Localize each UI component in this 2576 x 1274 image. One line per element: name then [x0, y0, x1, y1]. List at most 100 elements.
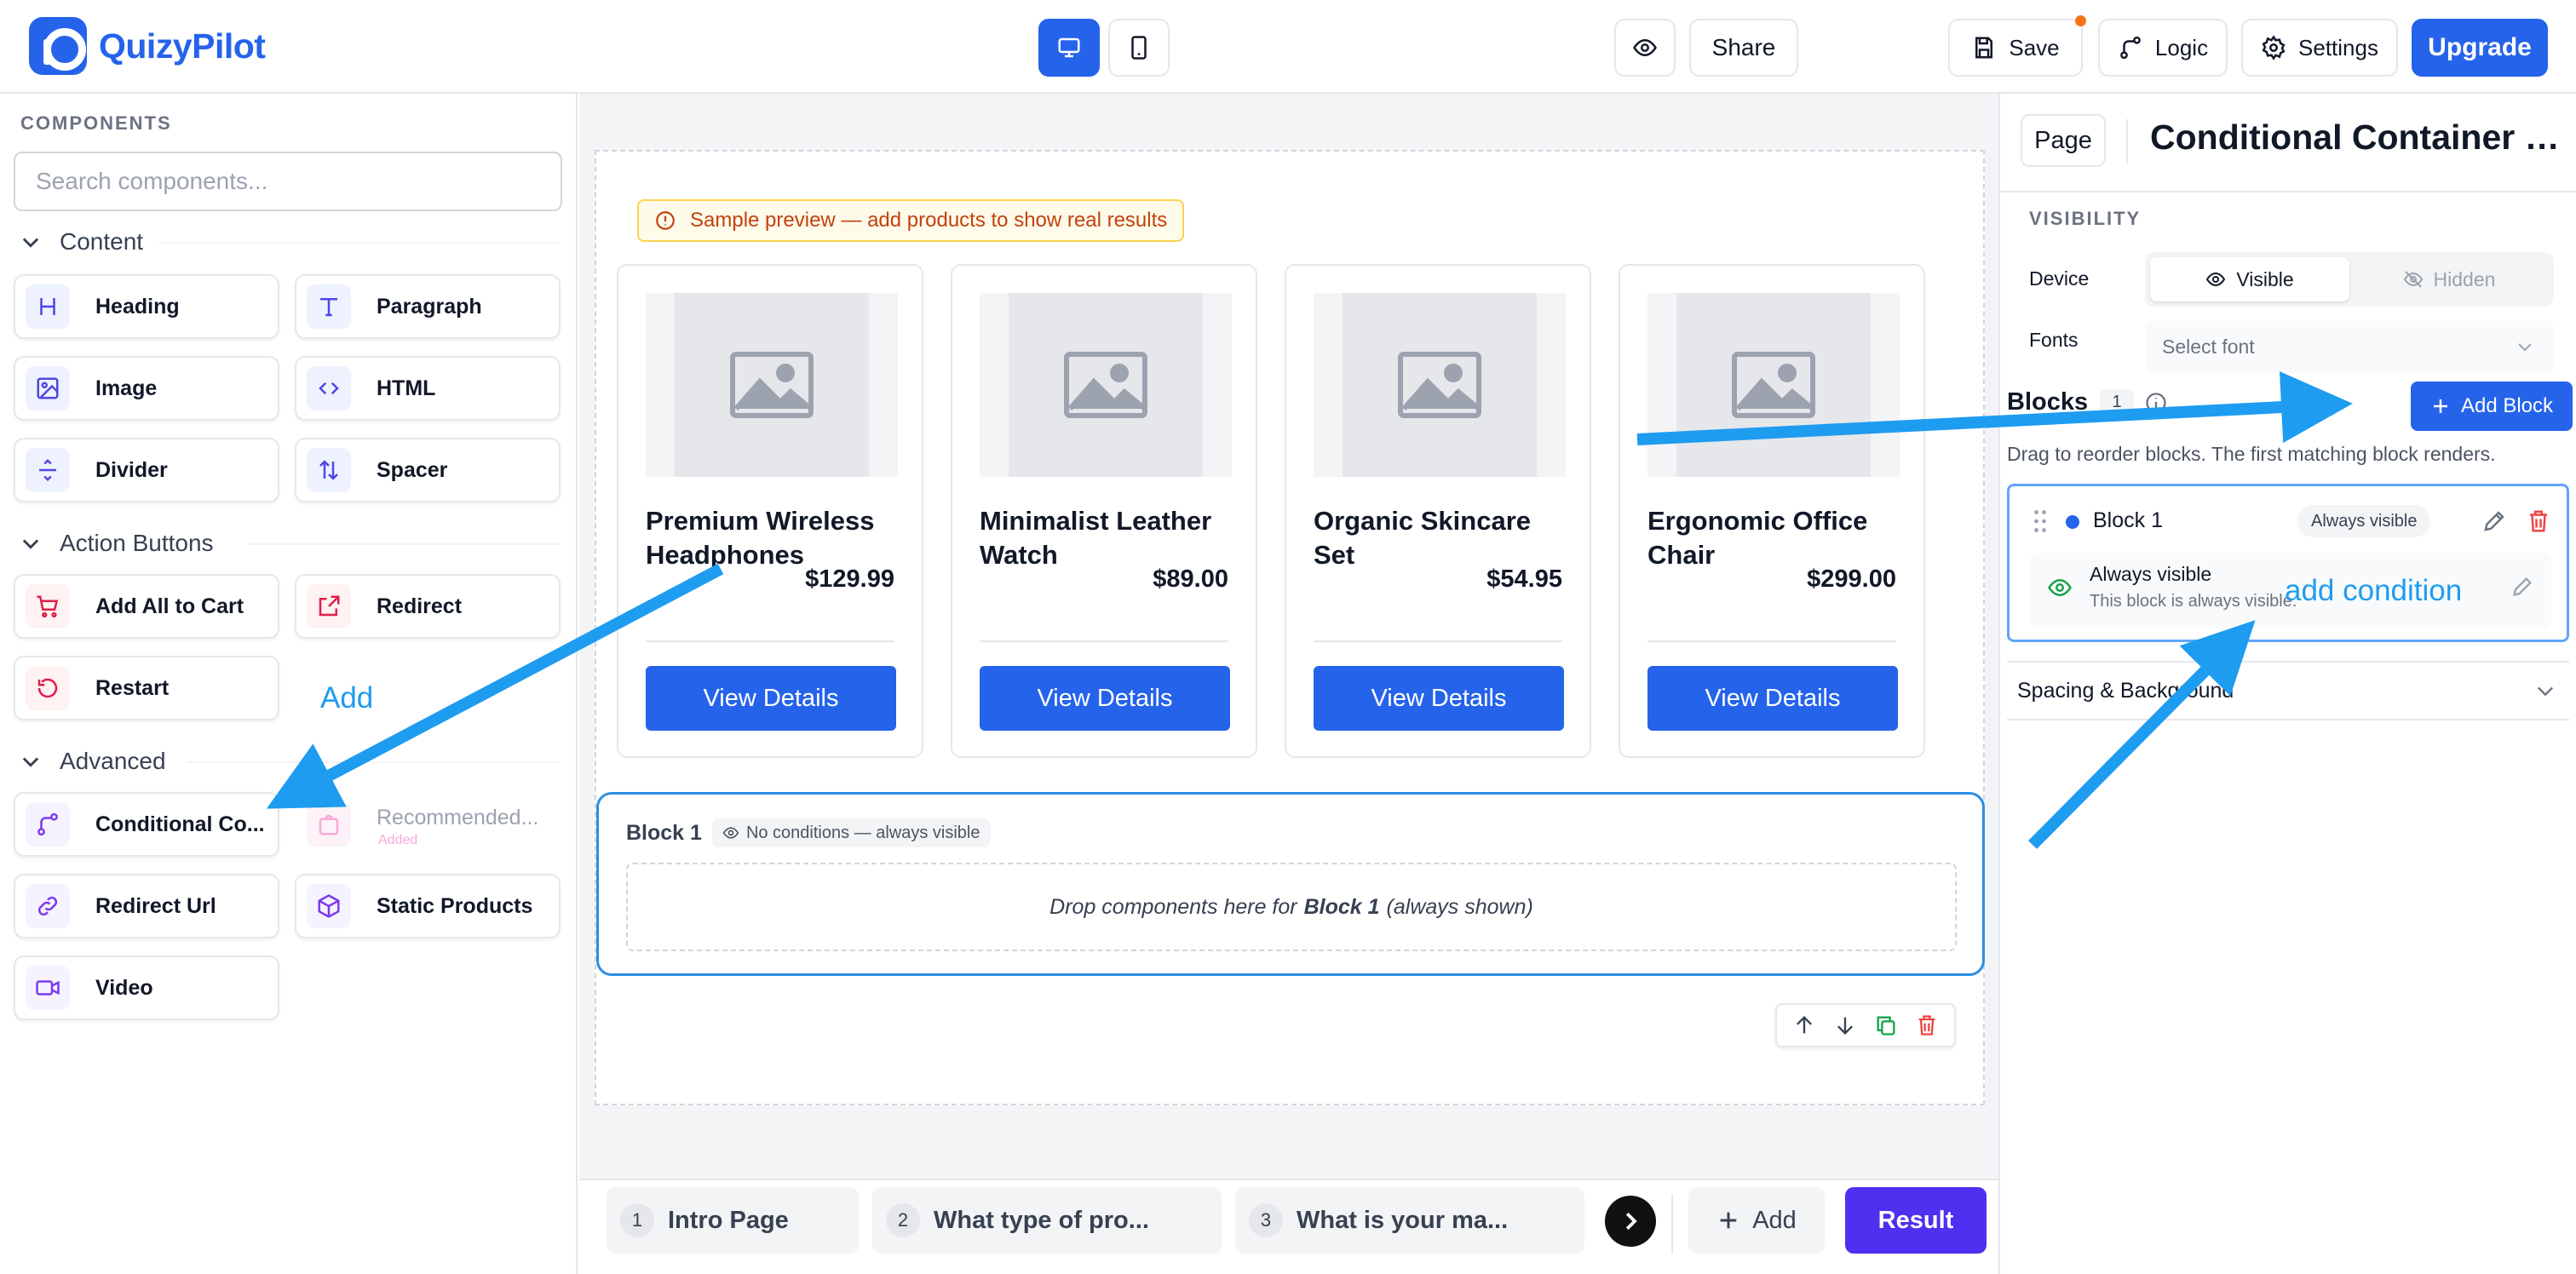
edit-block-icon[interactable] — [2481, 508, 2507, 534]
share-label: Share — [1711, 34, 1776, 60]
component-static-products[interactable]: Static Products — [295, 874, 561, 938]
code-icon — [307, 366, 351, 410]
product-price: $54.95 — [1486, 565, 1562, 593]
component-add-all-to-cart[interactable]: Add All to Cart — [14, 574, 279, 639]
font-select[interactable]: Select font — [2145, 320, 2554, 373]
chevron-down-icon — [22, 238, 39, 248]
component-label: Restart — [95, 675, 170, 700]
settings-button[interactable]: Settings — [2241, 19, 2398, 77]
component-restart[interactable]: Restart — [14, 656, 279, 720]
product-price: $89.00 — [1153, 565, 1228, 593]
view-details-button[interactable]: View Details — [980, 666, 1230, 731]
section-content-toggle[interactable]: Content — [19, 225, 143, 259]
info-icon[interactable] — [2144, 391, 2168, 415]
notice-text: Sample preview — add products to show re… — [690, 209, 1168, 232]
hidden-option[interactable]: Hidden — [2349, 257, 2549, 301]
blocks-header: Blocks 1 — [2007, 388, 2168, 416]
plus-icon — [2433, 399, 2447, 413]
image-placeholder-icon — [1732, 352, 1815, 418]
component-image[interactable]: Image — [14, 356, 279, 421]
page-tab-2[interactable]: 2 What type of pro... — [872, 1187, 1222, 1254]
conditional-block[interactable]: Block 1 No conditions — always visible D… — [596, 792, 1985, 976]
top-bar: QuizyPilot Share Save Logic Settings Upg… — [0, 0, 2576, 94]
chevron-down-icon — [2518, 343, 2532, 352]
block-status-dot — [2066, 515, 2079, 529]
arrow-down-icon — [1837, 1017, 1853, 1035]
image-placeholder-icon — [1064, 352, 1147, 418]
logic-button[interactable]: Logic — [2098, 19, 2228, 77]
component-conditional-container[interactable]: Conditional Co... — [14, 792, 279, 857]
component-recommended-products: Recommended... Added — [295, 792, 561, 857]
drop-text-post: (always shown) — [1386, 894, 1533, 919]
panel-separator — [2126, 119, 2128, 164]
section-label: Content — [60, 228, 144, 255]
section-divider — [158, 242, 561, 244]
sidebar-title: COMPONENTS — [20, 112, 172, 134]
view-details-button[interactable]: View Details — [646, 666, 896, 731]
search-components-input[interactable] — [14, 152, 562, 211]
component-label: Image — [95, 376, 158, 400]
section-action-buttons-toggle[interactable]: Action Buttons — [19, 526, 214, 560]
view-details-button[interactable]: View Details — [1647, 666, 1898, 731]
upgrade-button[interactable]: Upgrade — [2412, 19, 2548, 77]
product-card: Organic Skincare Set $54.95 View Details — [1285, 264, 1591, 758]
drag-handle-icon[interactable] — [2030, 508, 2050, 534]
section-advanced-toggle[interactable]: Advanced — [19, 744, 166, 778]
always-visible-badge: Always visible — [2297, 505, 2431, 537]
edit-condition-icon[interactable] — [2510, 575, 2534, 599]
link-icon — [26, 884, 70, 928]
component-html[interactable]: HTML — [295, 356, 561, 421]
arrow-up-icon — [1797, 1016, 1812, 1034]
share-button[interactable]: Share — [1689, 19, 1798, 77]
move-down-button[interactable] — [1831, 1011, 1860, 1040]
video-icon — [26, 966, 70, 1010]
block-drop-zone[interactable]: Drop components here for Block 1 (always… — [626, 863, 1957, 951]
page-tab-3[interactable]: 3 What is your ma... — [1235, 1187, 1584, 1254]
logo[interactable]: QuizyPilot — [29, 17, 266, 75]
drop-text-pre: Drop components here for — [1049, 894, 1297, 919]
annotation-add: Add — [320, 681, 374, 714]
save-button[interactable]: Save — [1948, 15, 2086, 77]
condition-description: This block is always visible. — [2090, 592, 2297, 611]
product-image — [646, 293, 898, 477]
component-divider[interactable]: Divider — [14, 438, 279, 502]
view-details-button[interactable]: View Details — [1314, 666, 1564, 731]
product-image — [1314, 293, 1566, 477]
component-video[interactable]: Video — [14, 956, 279, 1020]
preview-button[interactable] — [1614, 19, 1676, 77]
result-page-button[interactable]: Result — [1845, 1187, 1987, 1254]
delete-button[interactable] — [1912, 1011, 1941, 1040]
component-spacer[interactable]: Spacer — [295, 438, 561, 502]
image-placeholder-icon — [1398, 352, 1481, 418]
branch-icon — [26, 802, 70, 846]
desktop-view-button[interactable] — [1038, 19, 1100, 77]
logo-mark-icon — [29, 17, 87, 75]
block-list-item[interactable]: Block 1 Always visible Always visible Th… — [2007, 484, 2569, 642]
add-page-button[interactable]: Add — [1688, 1187, 1825, 1254]
next-pages-button[interactable] — [1605, 1196, 1656, 1247]
gear-icon — [2262, 35, 2286, 60]
page-tab-1[interactable]: 1 Intro Page — [607, 1187, 859, 1254]
product-image — [1647, 293, 1900, 477]
component-paragraph[interactable]: Paragraph — [295, 274, 561, 339]
product-card: Premium Wireless Headphones $129.99 View… — [617, 264, 923, 758]
component-redirect[interactable]: Redirect — [295, 574, 561, 639]
product-card: Ergonomic Office Chair $299.00 View Deta… — [1619, 264, 1925, 758]
component-label: HTML — [377, 376, 436, 400]
component-label: Redirect Url — [95, 893, 216, 918]
card-divider — [1647, 640, 1896, 642]
product-price: $299.00 — [1807, 565, 1896, 593]
duplicate-button[interactable] — [1872, 1011, 1900, 1040]
delete-block-icon[interactable] — [2526, 508, 2551, 534]
spacing-background-accordion[interactable]: Spacing & Background — [2007, 661, 2569, 720]
component-redirect-url[interactable]: Redirect Url — [14, 874, 279, 938]
page-breadcrumb-button[interactable]: Page — [2021, 114, 2106, 167]
add-block-button[interactable]: Add Block — [2411, 382, 2573, 431]
component-heading[interactable]: Heading — [14, 274, 279, 339]
move-up-button[interactable] — [1790, 1011, 1819, 1040]
card-divider — [646, 640, 894, 642]
visible-option[interactable]: Visible — [2150, 257, 2349, 301]
mobile-view-button[interactable] — [1108, 19, 1170, 77]
badge-text: No conditions — always visible — [745, 823, 980, 842]
panel-divider — [2000, 191, 2576, 192]
